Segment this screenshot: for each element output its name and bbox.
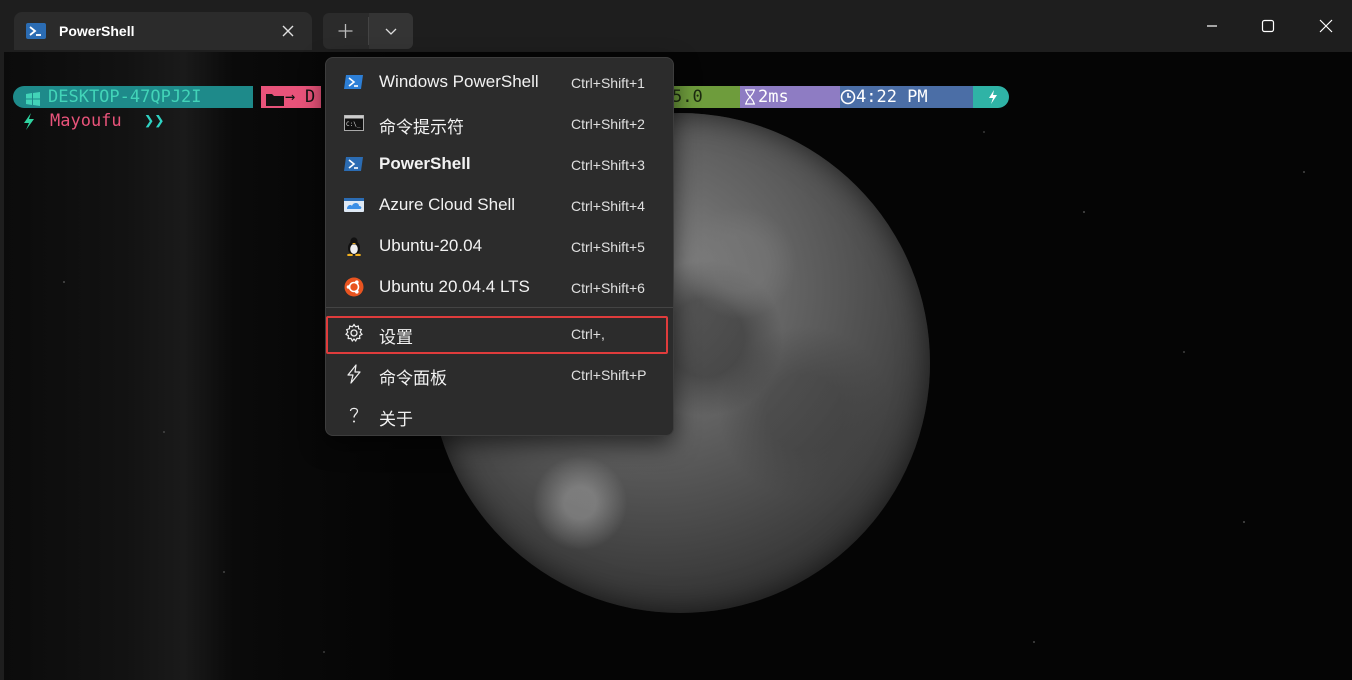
windows-powershell-icon [344,72,364,92]
minimize-icon [1207,25,1217,27]
close-icon [1319,19,1333,33]
azure-cloud-shell-icon [344,195,364,215]
question-icon [344,405,364,425]
plus-icon [338,24,353,38]
profile-dropdown-button[interactable] [369,13,413,49]
prompt-end-segment [973,86,1009,108]
menu-item-shortcut: Ctrl+Shift+4 [571,198,645,214]
lightning-icon [22,113,36,136]
pulse-icon [986,89,1000,111]
prompt-version-segment: 5.0 [668,86,740,108]
windows-logo-icon [25,90,41,112]
ubuntu-icon [344,277,364,297]
user-name: Mayoufu [50,111,122,131]
menu-item-shortcut: Ctrl+Shift+3 [571,157,645,173]
menu-item-command-palette[interactable]: 命令面板 Ctrl+Shift+P [326,353,673,394]
menu-item-label: Ubuntu-20.04 [379,236,483,255]
menu-divider [326,307,673,308]
powershell-icon [26,23,46,39]
menu-item-ubuntu-2004[interactable]: Ubuntu-20.04 Ctrl+Shift+5 [326,225,673,266]
profile-dropdown-menu: Windows PowerShell Ctrl+Shift+1 C:\_ 命令提… [325,57,674,436]
menu-item-label: 命令提示符 [379,118,464,137]
menu-item-command-prompt[interactable]: C:\_ 命令提示符 Ctrl+Shift+2 [326,102,673,143]
menu-item-ubuntu-lts[interactable]: Ubuntu 20.04.4 LTS Ctrl+Shift+6 [326,266,673,307]
close-window-button[interactable] [1312,12,1340,40]
menu-item-windows-powershell[interactable]: Windows PowerShell Ctrl+Shift+1 [326,61,673,102]
menu-item-shortcut: Ctrl+Shift+P [571,367,647,383]
command-prompt-icon: C:\_ [344,113,364,133]
minimize-button[interactable] [1198,12,1226,40]
duration-text: 2ms [758,87,789,107]
tab-actions [323,13,413,49]
powershell-icon [344,154,364,174]
version-text: 5.0 [672,87,703,107]
settings-highlight-box [326,316,668,354]
menu-item-azure-cloud-shell[interactable]: Azure Cloud Shell Ctrl+Shift+4 [326,184,673,225]
title-bar: PowerShell [0,0,1352,52]
prompt-time-segment: 4:22 PM [840,86,980,108]
menu-item-label: Ubuntu 20.04.4 LTS [379,277,530,296]
menu-item-shortcut: Ctrl+Shift+1 [571,75,645,91]
host-name: DESKTOP-47QPJ2I [48,87,202,107]
maximize-icon [1261,19,1275,33]
prompt-symbol: ❯❯ [144,111,165,131]
path-text: D [305,87,316,107]
menu-item-label: Windows PowerShell [379,72,539,91]
folder-icon [266,90,284,112]
lightning-icon [344,364,364,384]
menu-item-label: Azure Cloud Shell [379,195,516,214]
prompt-host-segment: DESKTOP-47QPJ2I [13,86,253,108]
menu-item-shortcut: Ctrl+Shift+5 [571,239,645,255]
linux-penguin-icon [344,236,364,257]
time-text: 4:22 PM [856,87,928,107]
menu-item-shortcut: Ctrl+Shift+2 [571,116,645,132]
arrow-icon: → [285,87,296,107]
svg-text:C:\_: C:\_ [346,121,361,128]
prompt-path-segment: → D [261,86,321,108]
menu-item-powershell[interactable]: PowerShell Ctrl+Shift+3 [326,143,673,184]
clock-icon [840,89,856,111]
prompt-duration-segment: 2ms [740,86,840,108]
chevron-down-icon [385,28,397,35]
tab-powershell[interactable]: PowerShell [14,12,312,50]
menu-item-shortcut: Ctrl+Shift+6 [571,280,645,296]
menu-item-about[interactable]: 关于 [326,394,673,435]
hourglass-icon [744,89,756,111]
new-tab-button[interactable] [323,13,368,49]
menu-item-label: 关于 [379,410,413,429]
menu-item-label: 命令面板 [379,369,447,388]
menu-item-label: PowerShell [379,154,471,173]
tab-title: PowerShell [59,23,135,39]
close-tab-icon[interactable] [279,22,297,40]
maximize-button[interactable] [1254,12,1282,40]
